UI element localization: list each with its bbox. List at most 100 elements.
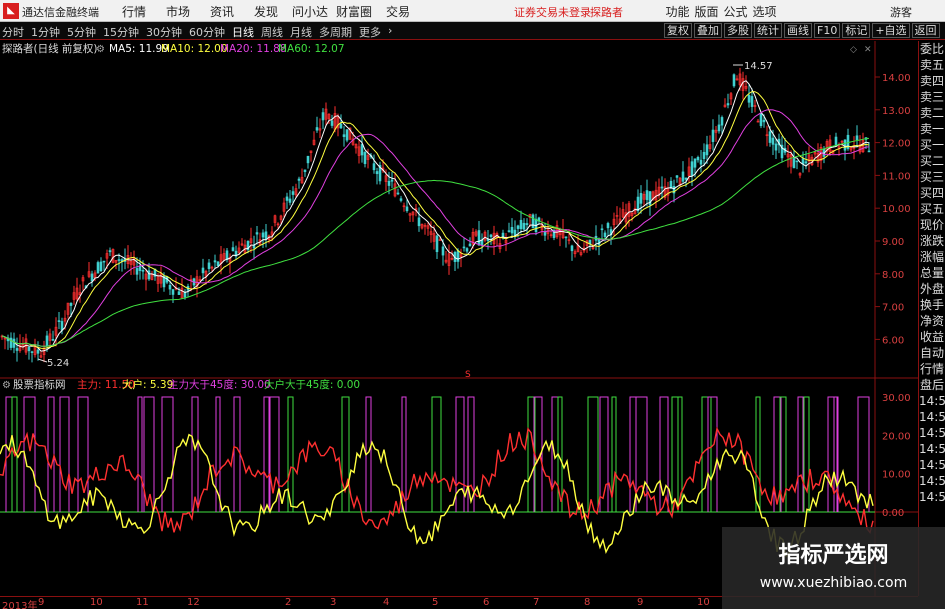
side-panel-item[interactable]: 委比 xyxy=(919,41,945,57)
candle-body xyxy=(750,96,754,107)
app-title: 通达信金融终端 xyxy=(22,6,99,19)
side-panel-item[interactable]: 现价 xyxy=(919,217,945,233)
side-panel-item[interactable]: 盘后 xyxy=(919,377,945,393)
side-panel-item[interactable]: 涨跌 xyxy=(919,233,945,249)
menu-item-market[interactable]: 行情 xyxy=(112,3,156,20)
signal-bar xyxy=(455,396,465,512)
candle-body xyxy=(690,161,694,177)
menu-item-wealth[interactable]: 财富圈 xyxy=(332,3,376,20)
side-panel-item[interactable]: 总量 xyxy=(919,265,945,281)
side-panel-item[interactable]: 外盘 xyxy=(919,281,945,297)
login-notice[interactable]: 证券交易未登录 xyxy=(514,4,591,20)
chevron-right-icon[interactable]: › xyxy=(388,24,392,40)
candle-body xyxy=(843,139,847,151)
tab-15min[interactable]: 15分钟 xyxy=(103,24,139,40)
overlay-button[interactable]: 叠加 xyxy=(694,23,722,38)
tab-1min[interactable]: 1分钟 xyxy=(31,24,60,40)
side-panel-item[interactable]: 卖四 xyxy=(919,73,945,89)
mark-button[interactable]: 标记 xyxy=(842,23,871,38)
side-panel-item[interactable]: 换手 xyxy=(919,297,945,313)
side-panel-item[interactable]: 行情 xyxy=(919,361,945,377)
close-icon[interactable]: ✕ xyxy=(864,45,872,55)
main-menu: 行情 市场 资讯 发现 问小达 财富圈 交易 xyxy=(112,3,420,20)
side-panel-item[interactable]: 涨幅 xyxy=(919,249,945,265)
tab-daily[interactable]: 日线 xyxy=(232,24,254,40)
indicator-tick-label: 10.00 xyxy=(882,470,911,481)
signal-bar xyxy=(341,396,350,512)
side-panel-item[interactable]: 14:50 xyxy=(919,457,945,473)
menu-item-ask[interactable]: 问小达 xyxy=(288,3,332,20)
side-panel-item[interactable]: 卖三 xyxy=(919,89,945,105)
menu-item-formula[interactable]: 公式 xyxy=(721,3,750,20)
tab-5min[interactable]: 5分钟 xyxy=(67,24,96,40)
side-panel-item[interactable]: 买四 xyxy=(919,185,945,201)
menu-item-markets[interactable]: 市场 xyxy=(156,3,200,20)
side-panel-item[interactable]: 14:50 xyxy=(919,441,945,457)
tab-more[interactable]: 更多 xyxy=(359,24,381,40)
chart-svg[interactable]: 探路者(日线 前复权) ⚙ MA5: 11.99 MA10: 12.00 MA2… xyxy=(0,41,918,596)
signal-bar xyxy=(701,396,712,512)
settings-gear-icon[interactable]: ⚙ xyxy=(96,44,105,55)
side-panel-item[interactable]: 自动 xyxy=(919,345,945,361)
side-panel-item[interactable]: 14:50 xyxy=(919,393,945,409)
tab-timeshare[interactable]: 分时 xyxy=(2,24,24,40)
menu-item-trade[interactable]: 交易 xyxy=(376,3,420,20)
tab-weekly[interactable]: 周线 xyxy=(261,24,283,40)
candle-body xyxy=(417,217,421,227)
menu-item-discover[interactable]: 发现 xyxy=(244,3,288,20)
back-button[interactable]: 返回 xyxy=(911,23,940,38)
multi-stock-button[interactable]: 多股 xyxy=(724,23,752,38)
side-panel-item[interactable]: 买二 xyxy=(919,153,945,169)
add-watchlist-button[interactable]: +自选 xyxy=(872,23,910,38)
candle-body xyxy=(531,214,535,229)
indicator-settings-icon[interactable]: ⚙ xyxy=(2,380,11,391)
side-panel-item[interactable]: 收益 xyxy=(919,329,945,345)
candle-body xyxy=(510,226,514,234)
adjust-button[interactable]: 复权 xyxy=(664,23,692,38)
side-panel-item[interactable]: 买五 xyxy=(919,201,945,217)
ma20-label: MA20: 11.88 xyxy=(220,43,287,55)
candle-body xyxy=(252,245,256,249)
guest-label[interactable]: 游客 xyxy=(890,4,912,20)
kline-chart[interactable]: 探路者(日线 前复权) ⚙ MA5: 11.99 MA10: 12.00 MA2… xyxy=(0,41,918,596)
candle-body xyxy=(141,270,145,272)
side-panel-item[interactable]: 14:50 xyxy=(919,409,945,425)
candle-body xyxy=(771,137,775,145)
date-axis-label: 2013年 xyxy=(2,601,38,609)
candle-body xyxy=(762,119,766,123)
tab-60min[interactable]: 60分钟 xyxy=(189,24,225,40)
side-panel-item[interactable]: 14:50 xyxy=(919,425,945,441)
statistics-button[interactable]: 统计 xyxy=(754,23,782,38)
menu-item-functions[interactable]: 功能 xyxy=(663,3,692,20)
side-panel-item[interactable]: 14:50 xyxy=(919,473,945,489)
draw-line-button[interactable]: 画线 xyxy=(784,23,812,38)
tab-monthly[interactable]: 月线 xyxy=(290,24,312,40)
candle-body xyxy=(645,190,649,201)
tab-multi-period[interactable]: 多周期 xyxy=(319,24,352,40)
menu-item-news[interactable]: 资讯 xyxy=(200,3,244,20)
ma5-label: MA5: 11.99 xyxy=(109,43,169,55)
tab-30min[interactable]: 30分钟 xyxy=(146,24,182,40)
candle-body xyxy=(639,193,643,204)
menu-item-options[interactable]: 选项 xyxy=(750,3,779,20)
side-panel-item[interactable]: 买一 xyxy=(919,137,945,153)
menu-item-layout[interactable]: 版面 xyxy=(692,3,721,20)
indicator-main45-label: 主力大于45度: 30.00 xyxy=(168,378,271,391)
diamond-icon[interactable]: ◇ xyxy=(850,45,857,55)
app-logo-icon: ◣ xyxy=(3,3,19,19)
candle-body xyxy=(102,260,106,263)
side-panel-item[interactable]: 14:5 xyxy=(919,489,945,505)
candlesticks xyxy=(0,67,871,363)
candle-body xyxy=(855,135,859,141)
candle-body xyxy=(57,320,61,322)
side-panel-item[interactable]: 卖一 xyxy=(919,121,945,137)
f10-button[interactable]: F10 xyxy=(814,23,841,38)
side-panel-item[interactable]: 卖五 xyxy=(919,57,945,73)
candle-body xyxy=(345,129,349,141)
side-panel-item[interactable]: 卖二 xyxy=(919,105,945,121)
candle-body xyxy=(456,250,460,262)
ma5-line xyxy=(1,80,870,352)
side-panel-item[interactable]: 买三 xyxy=(919,169,945,185)
side-panel-item[interactable]: 净资 xyxy=(919,313,945,329)
low-price-label: 5.24 xyxy=(47,358,69,369)
